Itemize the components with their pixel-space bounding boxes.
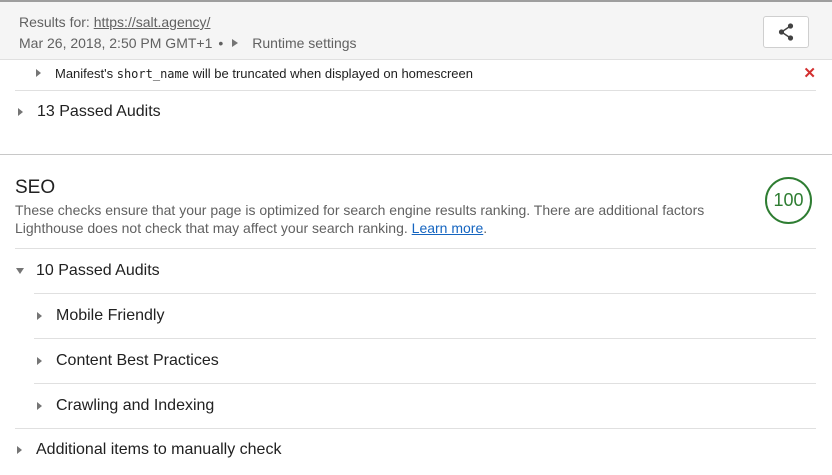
divider	[15, 248, 816, 249]
seo-section-title: SEO	[15, 177, 56, 198]
report-meta: Mar 26, 2018, 2:50 PM GMT+1 • Runtime se…	[19, 35, 357, 51]
expand-triangle-icon[interactable]	[17, 446, 22, 454]
group-label: Mobile Friendly	[56, 307, 165, 324]
pwa-passed-audits-label: 13 Passed Audits	[37, 103, 161, 120]
divider	[34, 338, 816, 339]
manifest-short-name-audit[interactable]: Manifest's short_name will be truncated …	[36, 62, 816, 84]
group-crawling-and-indexing[interactable]: Crawling and Indexing	[37, 394, 214, 418]
expand-triangle-icon[interactable]	[36, 69, 41, 77]
audit-code: short_name	[116, 66, 189, 81]
seo-score-gauge: 100	[765, 177, 812, 224]
audit-text: Manifest's short_name will be truncated …	[55, 65, 473, 81]
divider	[15, 428, 816, 429]
meta-bullet: •	[218, 35, 224, 51]
lighthouse-report: Results for: https://salt.agency/ Mar 26…	[0, 0, 832, 475]
seo-passed-audits-toggle[interactable]: 10 Passed Audits	[16, 259, 160, 283]
additional-items-label: Additional items to manually check	[36, 441, 282, 458]
divider	[15, 90, 816, 91]
learn-more-link[interactable]: Learn more	[412, 220, 484, 236]
divider	[34, 383, 816, 384]
report-header: Results for: https://salt.agency/ Mar 26…	[0, 0, 832, 60]
group-label: Content Best Practices	[56, 352, 219, 369]
additional-items-toggle[interactable]: Additional items to manually check	[17, 438, 281, 462]
pwa-passed-audits-toggle[interactable]: 13 Passed Audits	[18, 100, 161, 124]
expand-triangle-icon[interactable]	[37, 402, 42, 410]
tested-url-link[interactable]: https://salt.agency/	[94, 14, 211, 30]
collapse-triangle-icon[interactable]	[16, 268, 24, 274]
runtime-settings-toggle[interactable]: Runtime settings	[252, 35, 356, 51]
results-for-line: Results for: https://salt.agency/	[19, 14, 210, 30]
group-mobile-friendly[interactable]: Mobile Friendly	[37, 304, 164, 328]
section-separator	[0, 154, 832, 155]
expand-triangle-icon[interactable]	[37, 312, 42, 320]
report-timestamp: Mar 26, 2018, 2:50 PM GMT+1	[19, 35, 213, 51]
expand-triangle-icon[interactable]	[232, 39, 239, 47]
group-content-best-practices[interactable]: Content Best Practices	[37, 349, 219, 373]
seo-section-description: These checks ensure that your page is op…	[15, 202, 705, 236]
fail-icon: ✕	[803, 65, 816, 82]
expand-triangle-icon[interactable]	[37, 357, 42, 365]
seo-passed-audits-label: 10 Passed Audits	[36, 262, 160, 279]
share-icon	[778, 23, 794, 41]
results-prefix: Results for:	[19, 14, 90, 30]
divider	[34, 293, 816, 294]
share-button[interactable]	[763, 16, 809, 48]
expand-triangle-icon[interactable]	[18, 108, 23, 116]
group-label: Crawling and Indexing	[56, 397, 215, 414]
